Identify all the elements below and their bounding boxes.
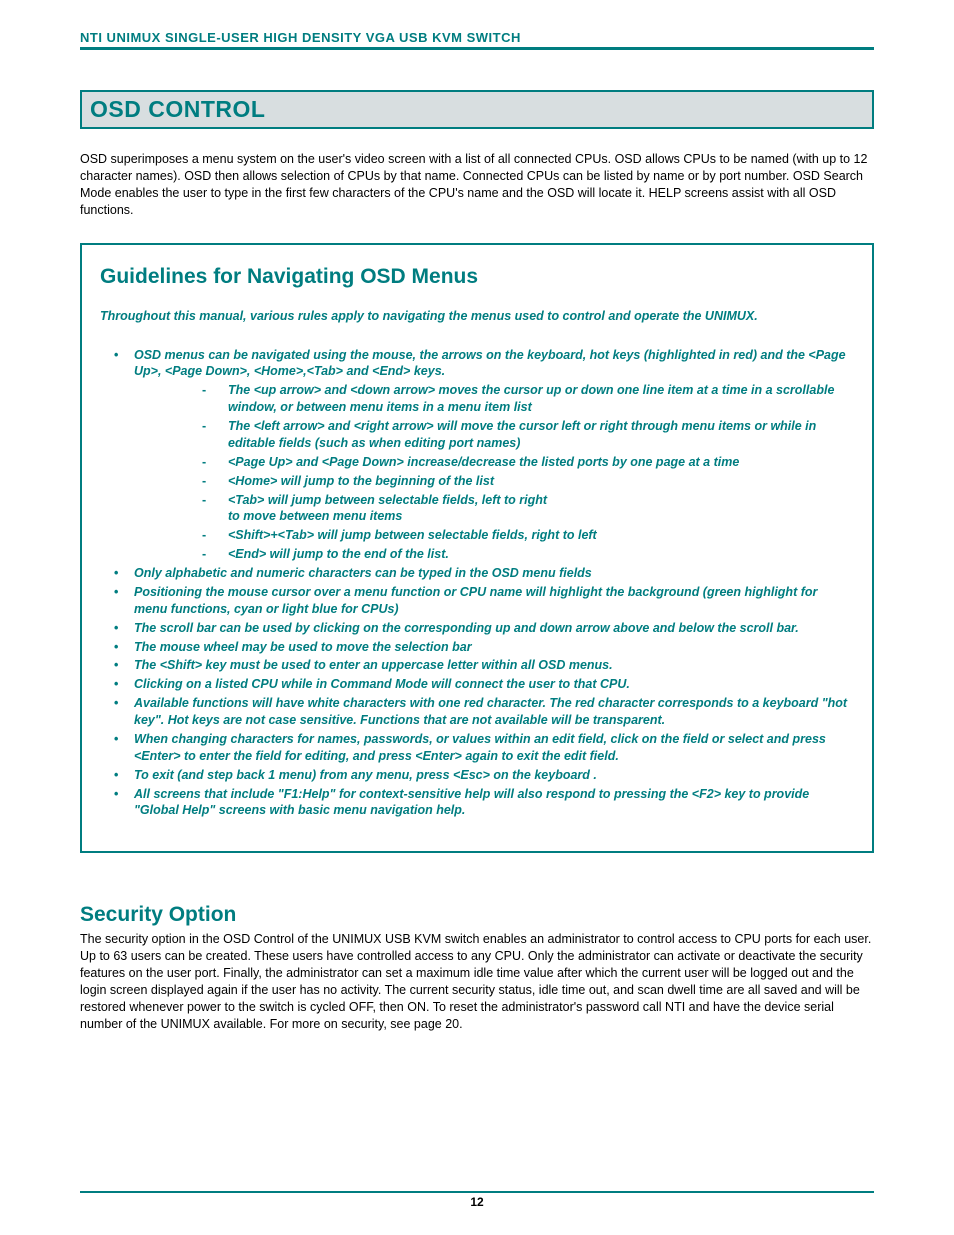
list-item: Available functions will have white char… bbox=[100, 695, 854, 729]
section-title: OSD CONTROL bbox=[90, 96, 864, 123]
security-title: Security Option bbox=[80, 903, 874, 927]
page-footer: 12 bbox=[80, 1191, 874, 1209]
list-item: <End> will jump to the end of the list. bbox=[194, 546, 854, 563]
security-section: Security Option The security option in t… bbox=[80, 903, 874, 1032]
list-item: When changing characters for names, pass… bbox=[100, 731, 854, 765]
list-item: Only alphabetic and numeric characters c… bbox=[100, 565, 854, 582]
list-item: All screens that include "F1:Help" for c… bbox=[100, 786, 854, 820]
guidelines-list: OSD menus can be navigated using the mou… bbox=[100, 347, 854, 820]
list-item: <Page Up> and <Page Down> increase/decre… bbox=[194, 454, 854, 471]
section-title-box: OSD CONTROL bbox=[80, 90, 874, 129]
guidelines-subtitle: Throughout this manual, various rules ap… bbox=[100, 309, 854, 323]
list-text: <Tab> will jump between selectable field… bbox=[228, 493, 547, 507]
list-item: <Shift>+<Tab> will jump between selectab… bbox=[194, 527, 854, 544]
list-item: The <up arrow> and <down arrow> moves th… bbox=[194, 382, 854, 416]
page-number: 12 bbox=[470, 1195, 483, 1209]
list-item: <Tab> will jump between selectable field… bbox=[194, 492, 854, 526]
list-item: The scroll bar can be used by clicking o… bbox=[100, 620, 854, 637]
list-text: to move between menu items bbox=[228, 509, 402, 523]
intro-paragraph: OSD superimposes a menu system on the us… bbox=[80, 151, 874, 219]
list-item: OSD menus can be navigated using the mou… bbox=[100, 347, 854, 564]
list-item: Positioning the mouse cursor over a menu… bbox=[100, 584, 854, 618]
list-item: The <Shift> key must be used to enter an… bbox=[100, 657, 854, 674]
sub-list: The <up arrow> and <down arrow> moves th… bbox=[194, 382, 854, 563]
list-item: To exit (and step back 1 menu) from any … bbox=[100, 767, 854, 784]
list-item: The mouse wheel may be used to move the … bbox=[100, 639, 854, 656]
list-item: <Home> will jump to the beginning of the… bbox=[194, 473, 854, 490]
list-text: OSD menus can be navigated using the mou… bbox=[134, 348, 846, 379]
page-header: NTI UNIMUX SINGLE-USER HIGH DENSITY VGA … bbox=[80, 30, 874, 50]
document-page: NTI UNIMUX SINGLE-USER HIGH DENSITY VGA … bbox=[0, 0, 954, 1235]
list-item: The <left arrow> and <right arrow> will … bbox=[194, 418, 854, 452]
security-body: The security option in the OSD Control o… bbox=[80, 931, 874, 1032]
guidelines-box: Guidelines for Navigating OSD Menus Thro… bbox=[80, 243, 874, 854]
guidelines-title: Guidelines for Navigating OSD Menus bbox=[100, 265, 854, 289]
list-item: Clicking on a listed CPU while in Comman… bbox=[100, 676, 854, 693]
